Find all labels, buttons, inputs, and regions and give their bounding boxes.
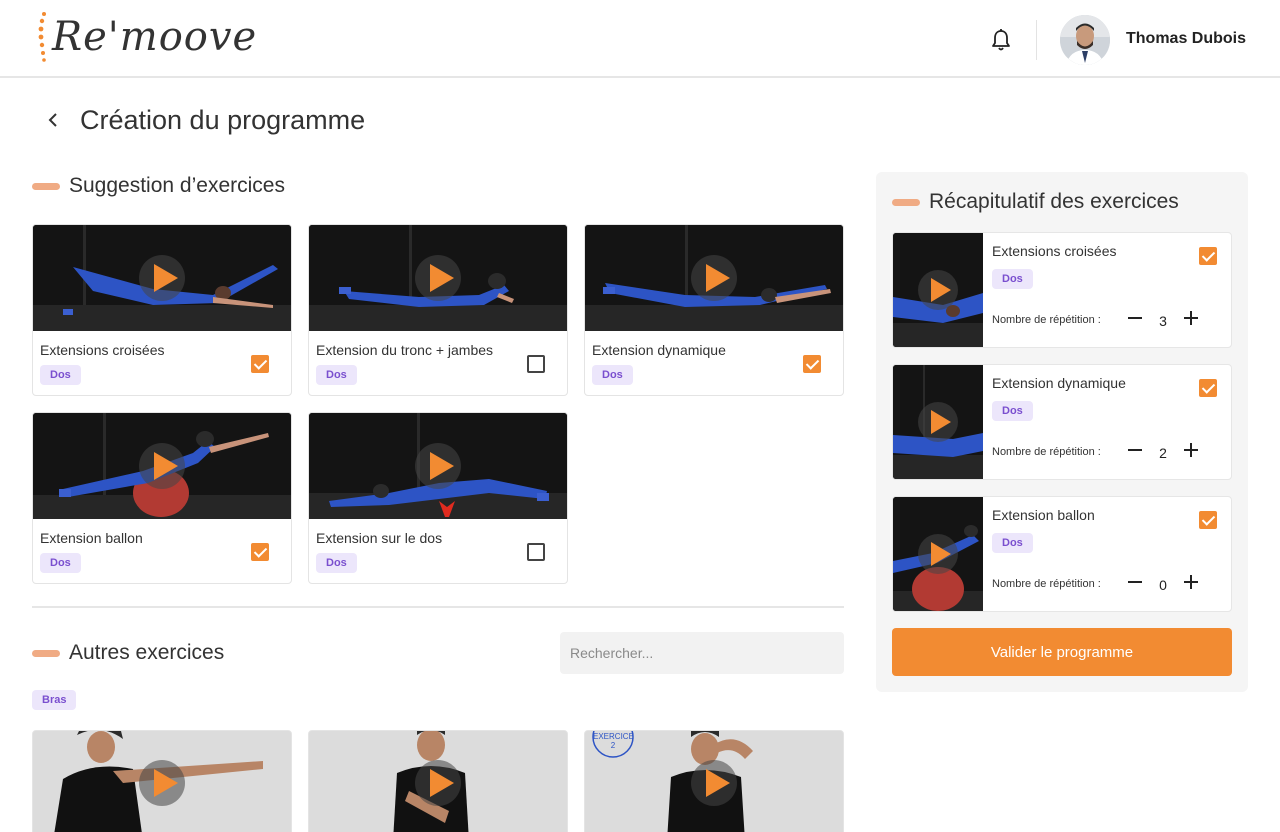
recap-item-checkbox[interactable] <box>1199 379 1217 397</box>
play-icon[interactable] <box>691 255 737 301</box>
exercise-card[interactable]: Extension sur le dos Dos <box>308 412 568 584</box>
plus-icon[interactable] <box>1183 309 1199 327</box>
avatar[interactable] <box>1060 15 1110 65</box>
user-avatar-icon <box>1060 15 1110 65</box>
suggestion-heading: Suggestion d’exercices <box>32 174 285 198</box>
category-filter-tag[interactable]: Bras <box>32 690 77 710</box>
recap-item-checkbox[interactable] <box>1199 247 1217 265</box>
search-input[interactable] <box>560 632 844 674</box>
play-icon[interactable] <box>415 255 461 301</box>
exercise-video-thumbnail[interactable] <box>585 225 843 331</box>
validate-program-button[interactable]: Valider le programme <box>892 628 1232 676</box>
section-accent-bar <box>32 182 60 190</box>
category-tag: Dos <box>992 533 1033 553</box>
category-tag: Dos <box>40 365 81 385</box>
play-icon[interactable] <box>139 255 185 301</box>
exercise-title: Extension ballon <box>40 530 143 546</box>
play-icon[interactable] <box>139 760 185 806</box>
repetition-label: Nombre de répétition : <box>992 578 1101 590</box>
minus-icon[interactable] <box>1127 309 1143 327</box>
exercise-video-thumbnail[interactable] <box>893 233 983 347</box>
exercise-checkbox[interactable] <box>251 543 269 561</box>
section-title: Suggestion d’exercices <box>69 174 285 197</box>
exercise-checkbox[interactable] <box>251 355 269 373</box>
exercise-card[interactable] <box>32 730 292 832</box>
play-icon[interactable] <box>918 534 958 574</box>
recap-item-title: Extensions croisées <box>992 243 1117 259</box>
exercise-title: Extensions croisées <box>40 342 165 358</box>
category-tag: Dos <box>592 365 633 385</box>
exercise-checkbox[interactable] <box>527 355 545 373</box>
section-divider <box>32 606 844 608</box>
play-icon[interactable] <box>415 443 461 489</box>
repetition-count: 2 <box>1159 445 1167 461</box>
minus-icon[interactable] <box>1127 441 1143 459</box>
exercise-card[interactable] <box>308 730 568 832</box>
exercise-card[interactable]: EXERCICE 2 <box>584 730 844 832</box>
recap-panel: Récapitulatif des exercices Extensions c… <box>876 172 1248 692</box>
play-icon[interactable] <box>139 443 185 489</box>
category-tag: Dos <box>992 269 1033 289</box>
exercise-card[interactable]: Extension dynamique Dos <box>584 224 844 396</box>
exercise-checkbox[interactable] <box>527 543 545 561</box>
other-exercises-heading: Autres exercices <box>32 641 224 665</box>
play-icon[interactable] <box>415 760 461 806</box>
repetition-label: Nombre de répétition : <box>992 314 1101 326</box>
exercise-card[interactable]: Extension du tronc + jambes Dos <box>308 224 568 396</box>
exercise-video-thumbnail[interactable] <box>309 413 567 519</box>
play-icon[interactable] <box>918 402 958 442</box>
section-title: Récapitulatif des exercices <box>929 190 1179 213</box>
section-accent-bar <box>892 198 920 206</box>
exercise-title: Extension du tronc + jambes <box>316 342 494 358</box>
repetition-label: Nombre de répétition : <box>992 446 1101 458</box>
recap-item: Extensions croisées Dos Nombre de répéti… <box>892 232 1232 348</box>
logo-text: Re'moove <box>52 14 258 60</box>
video-watermark: EXERCICE 2 <box>593 732 634 750</box>
exercise-video-thumbnail[interactable] <box>33 225 291 331</box>
repetition-count: 3 <box>1159 313 1167 329</box>
recap-heading: Récapitulatif des exercices <box>892 190 1179 214</box>
play-icon[interactable] <box>691 760 737 806</box>
recap-item: Extension ballon Dos Nombre de répétitio… <box>892 496 1232 612</box>
recap-item-title: Extension dynamique <box>992 375 1126 391</box>
app-header: Re'moove Thomas Dubois <box>0 0 1280 78</box>
recap-item-checkbox[interactable] <box>1199 511 1217 529</box>
category-tag: Dos <box>316 553 357 573</box>
category-tag: Dos <box>992 401 1033 421</box>
page-title: Création du programme <box>80 105 366 135</box>
exercise-video-thumbnail[interactable] <box>309 225 567 331</box>
category-tag: Dos <box>40 553 81 573</box>
exercise-video-thumbnail[interactable] <box>893 365 983 479</box>
section-accent-bar <box>32 649 60 657</box>
exercise-card[interactable]: Extensions croisées Dos <box>32 224 292 396</box>
header-divider <box>1036 20 1037 60</box>
exercise-title: Extension sur le dos <box>316 530 443 546</box>
exercise-video-thumbnail[interactable] <box>893 497 983 611</box>
exercise-card[interactable]: Extension ballon Dos <box>32 412 292 584</box>
bell-icon[interactable] <box>990 28 1012 52</box>
exercise-title: Extension dynamique <box>592 342 726 358</box>
chevron-left-icon[interactable] <box>44 110 64 130</box>
section-title: Autres exercices <box>69 641 225 664</box>
recap-item-title: Extension ballon <box>992 507 1095 523</box>
user-name[interactable]: Thomas Dubois <box>1126 30 1246 48</box>
minus-icon[interactable] <box>1127 573 1143 591</box>
plus-icon[interactable] <box>1183 441 1199 459</box>
recap-item: Extension dynamique Dos Nombre de répéti… <box>892 364 1232 480</box>
repetition-count: 0 <box>1159 577 1167 593</box>
plus-icon[interactable] <box>1183 573 1199 591</box>
category-tag: Dos <box>316 365 357 385</box>
play-icon[interactable] <box>918 270 958 310</box>
exercise-video-thumbnail[interactable] <box>33 413 291 519</box>
logo-spine-icon <box>38 12 46 62</box>
exercise-checkbox[interactable] <box>803 355 821 373</box>
remoove-logo[interactable]: Re'moove <box>38 6 256 70</box>
